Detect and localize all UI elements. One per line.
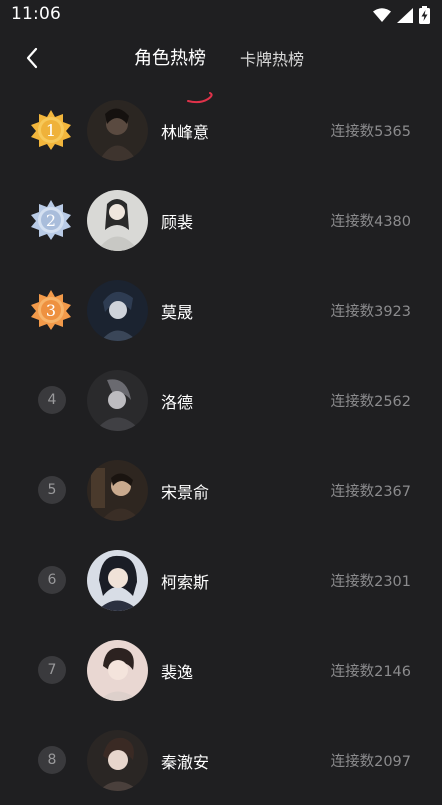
character-name: 林峰意 [161,123,210,142]
link-count: 连接数5365 [330,124,411,140]
rank-badge: 7 [38,656,66,684]
status-bar: 11:06 [0,0,442,30]
ranking-row[interactable]: 7 裴逸 连接数2146 [0,625,442,715]
tab-character-hot[interactable]: 角色热榜 [134,44,206,70]
avatar [87,190,148,251]
rank-number: 1 [45,120,57,140]
ranking-row[interactable]: 1 林峰意 连接数5365 [0,85,442,175]
rank-number: 3 [45,300,57,320]
character-name: 裴逸 [161,663,194,682]
character-name: 柯索斯 [161,573,210,592]
avatar [87,640,148,701]
rank-number: 2 [45,210,57,230]
rank-number: 6 [47,572,57,588]
header: 角色热榜 卡牌热榜 [0,30,442,104]
avatar [87,370,148,431]
link-count: 连接数2146 [330,664,411,680]
rank-badge: 8 [38,746,66,774]
character-name: 莫晟 [161,303,194,322]
rank-number: 7 [47,662,57,678]
status-icons [373,6,430,24]
rank-number: 4 [47,392,57,408]
ranking-row[interactable]: 5 宋景俞 连接数2367 [0,445,442,535]
character-name: 宋景俞 [161,483,210,502]
rank-badge: 4 [38,386,66,414]
rank-badge: 6 [38,566,66,594]
avatar [87,550,148,611]
ranking-row[interactable]: 3 莫晟 连接数3923 [0,265,442,355]
link-count: 连接数2367 [330,484,411,500]
ranking-row[interactable]: 8 秦澈安 连接数2097 [0,715,442,805]
battery-charging-icon [419,6,430,24]
ranking-row[interactable]: 2 顾裴 连接数4380 [0,175,442,265]
silver-medal-icon: 2 [30,199,72,241]
chevron-left-icon [26,47,38,69]
signal-icon [397,7,413,23]
gold-medal-icon: 1 [30,109,72,151]
link-count: 连接数3923 [330,304,411,320]
status-time: 11:06 [11,4,61,24]
character-name: 洛德 [161,393,194,412]
ranking-row[interactable]: 4 洛德 连接数2562 [0,355,442,445]
character-name: 秦澈安 [161,753,210,772]
link-count: 连接数2562 [330,394,411,410]
wifi-icon [373,8,391,22]
avatar [87,730,148,791]
rank-number: 8 [47,752,57,768]
link-count: 连接数4380 [330,214,411,230]
link-count: 连接数2097 [330,754,411,770]
link-count: 连接数2301 [330,574,411,590]
back-button[interactable] [16,42,48,74]
character-name: 顾裴 [161,213,194,232]
avatar [87,460,148,521]
rank-number: 5 [47,482,57,498]
ranking-row[interactable]: 6 柯索斯 连接数2301 [0,535,442,625]
avatar [87,100,148,161]
tab-card-hot[interactable]: 卡牌热榜 [240,46,304,70]
avatar [87,280,148,341]
bronze-medal-icon: 3 [30,289,72,331]
rank-badge: 5 [38,476,66,504]
